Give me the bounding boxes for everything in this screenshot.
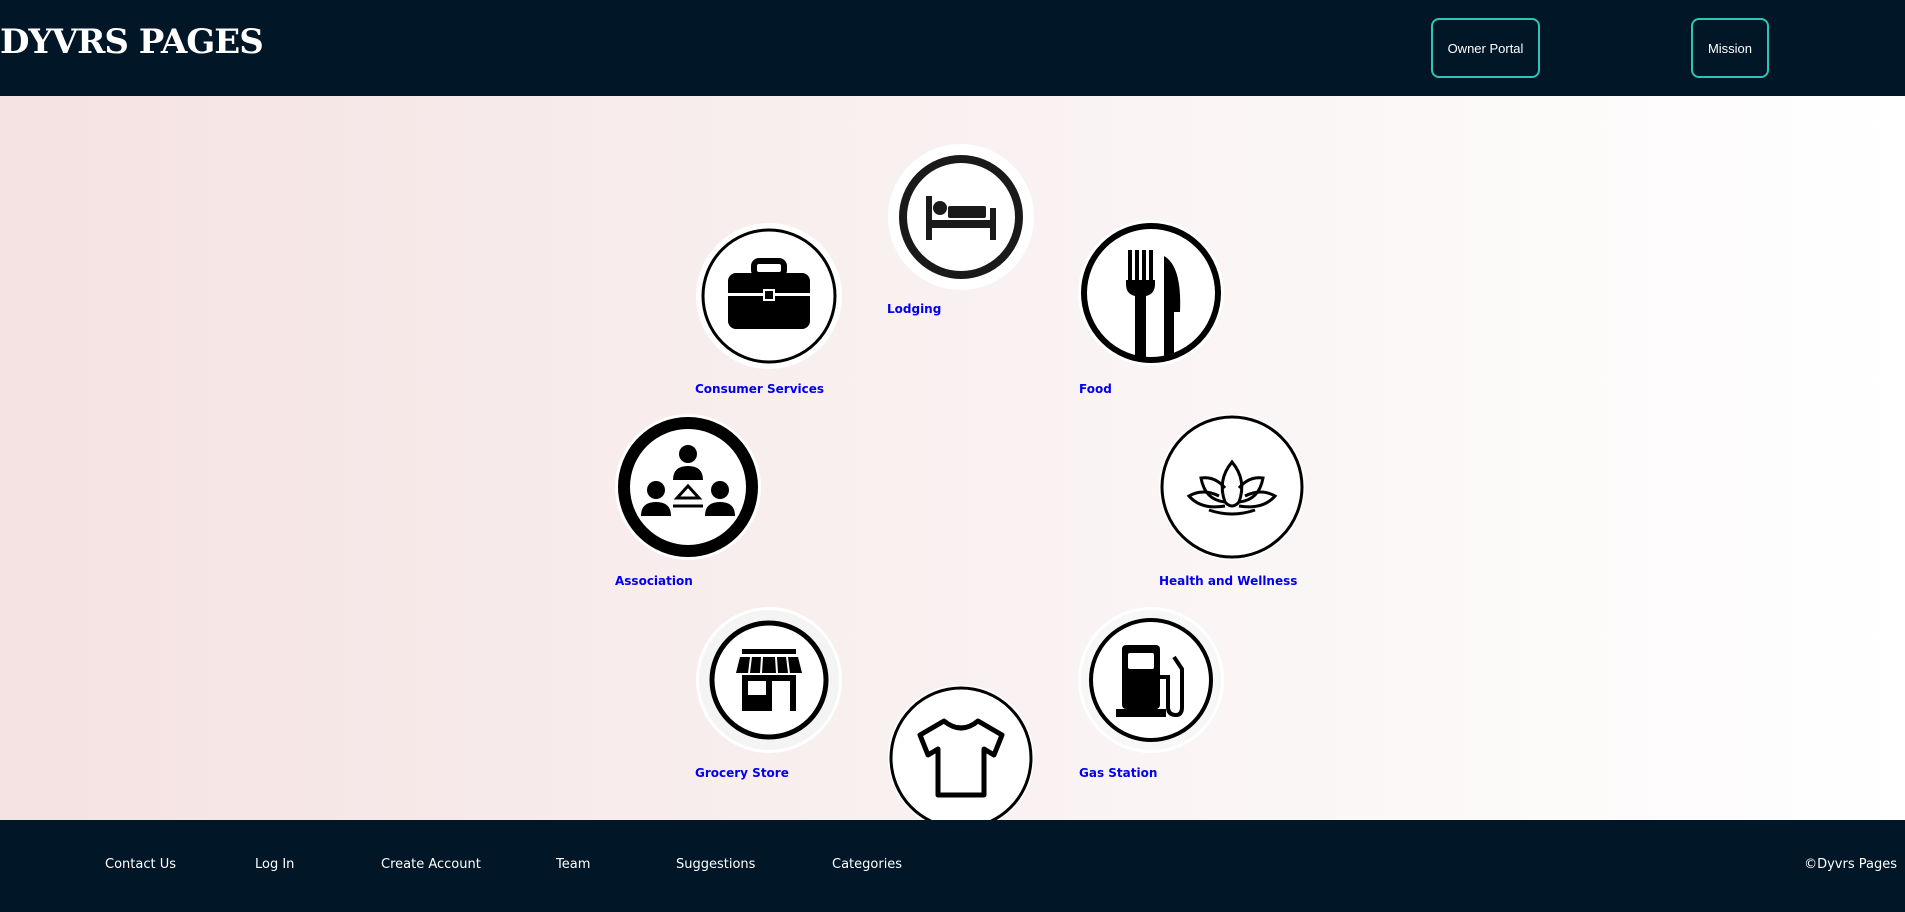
copyright-text: ©Dyvrs Pages <box>1804 857 1897 872</box>
site-header: DYVRS PAGES Owner Portal Mission <box>0 0 1905 96</box>
lotus-icon[interactable] <box>1159 414 1305 560</box>
footer-suggestions-link[interactable]: Suggestions <box>676 857 755 872</box>
category-grocery-store-link[interactable]: Grocery Store <box>695 766 789 780</box>
footer-categories-link[interactable]: Categories <box>832 857 902 872</box>
site-footer: Contact Us Log In Create Account Team Su… <box>0 820 1905 912</box>
footer-team-link[interactable]: Team <box>556 857 590 872</box>
storefront-icon[interactable] <box>696 607 842 753</box>
tshirt-icon[interactable] <box>888 685 1034 820</box>
bed-icon[interactable] <box>888 144 1034 290</box>
category-consumer-services-link[interactable]: Consumer Services <box>695 382 824 396</box>
site-logo[interactable]: DYVRS PAGES <box>0 22 264 62</box>
category-food-link[interactable]: Food <box>1079 382 1112 396</box>
category-association-link[interactable]: Association <box>615 574 693 588</box>
fuel-pump-icon[interactable] <box>1078 607 1224 753</box>
category-lodging-link[interactable]: Lodging <box>887 302 941 316</box>
category-wheel: Lodging Consumer Services Food Associati… <box>0 96 1905 820</box>
mission-button[interactable]: Mission <box>1691 18 1769 78</box>
footer-contact-link[interactable]: Contact Us <box>105 857 176 872</box>
category-health-wellness-link[interactable]: Health and Wellness <box>1159 574 1297 588</box>
footer-create-account-link[interactable]: Create Account <box>381 857 481 872</box>
fork-knife-icon[interactable] <box>1078 220 1224 366</box>
category-gas-station-link[interactable]: Gas Station <box>1079 766 1157 780</box>
owner-portal-button[interactable]: Owner Portal <box>1431 18 1540 78</box>
briefcase-icon[interactable] <box>696 223 842 369</box>
footer-login-link[interactable]: Log In <box>255 857 294 872</box>
people-network-icon[interactable] <box>615 414 761 560</box>
